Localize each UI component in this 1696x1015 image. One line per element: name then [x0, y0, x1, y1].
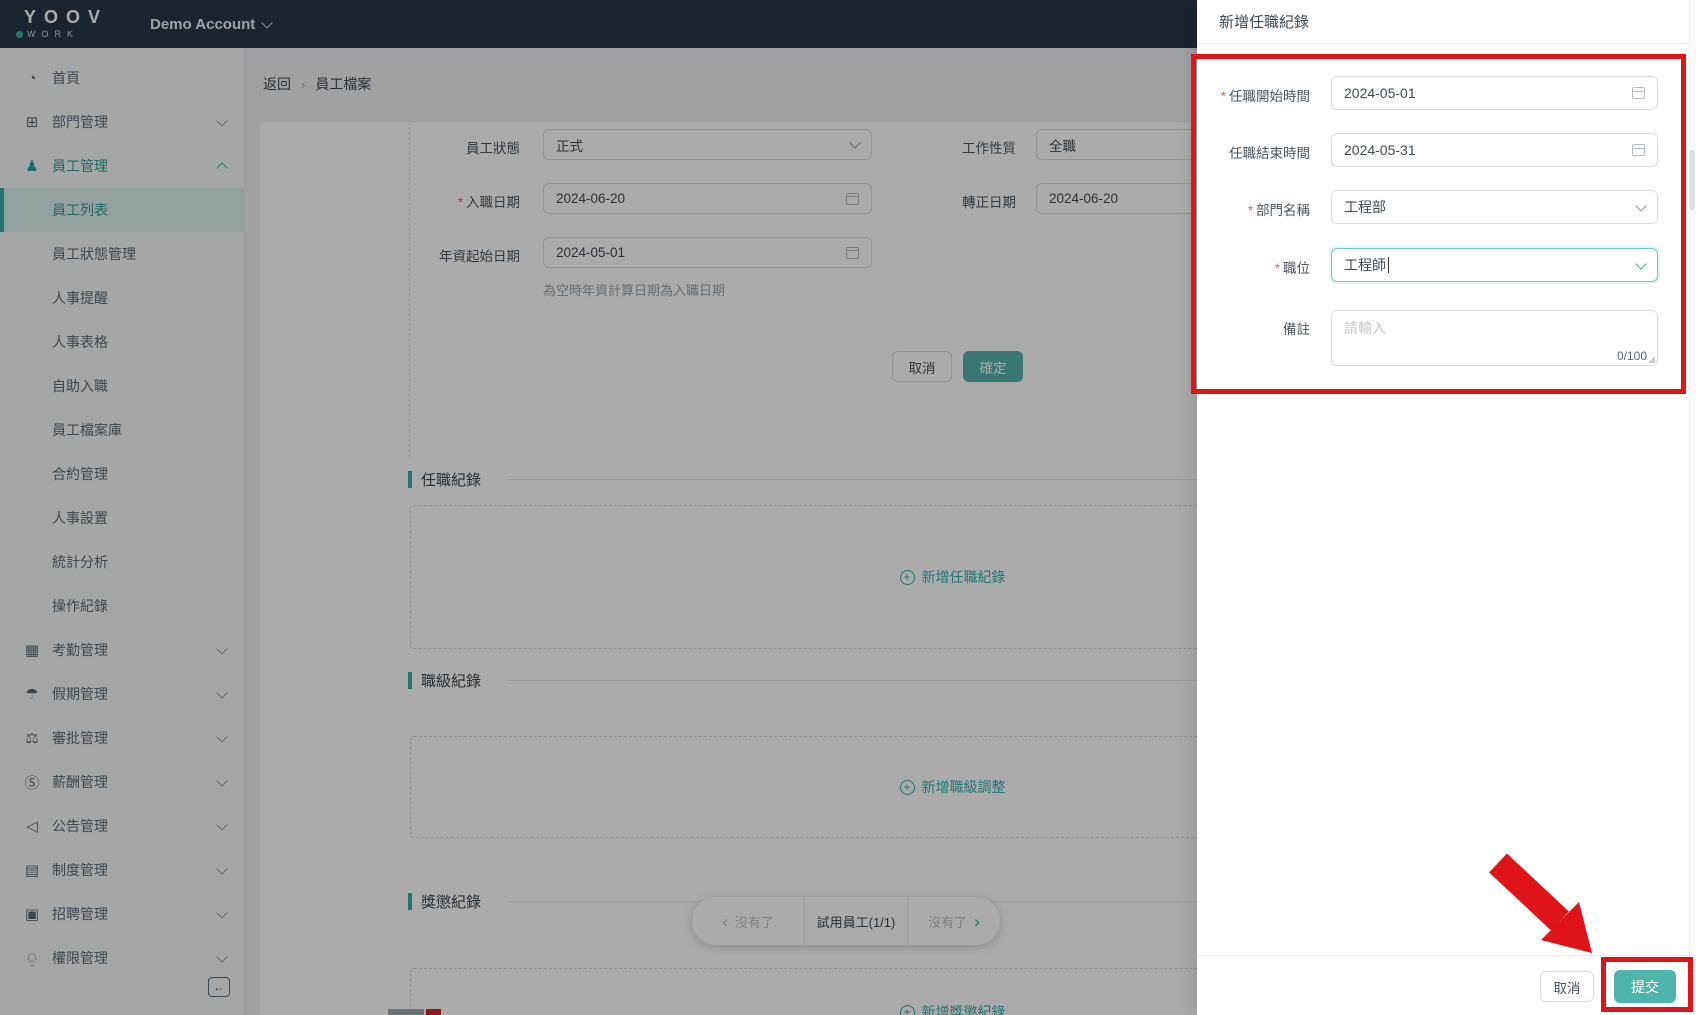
department-label: * 部門名稱 — [1205, 199, 1310, 219]
label-text: 部門名稱 — [1256, 203, 1310, 218]
position-select[interactable]: 工程師 — [1331, 248, 1658, 282]
chevron-down-icon — [1635, 199, 1647, 212]
text-cursor — [1388, 257, 1389, 273]
resize-handle-icon[interactable] — [1648, 356, 1655, 363]
add-employment-record-drawer: 新增任職紀錄 * 任職開始時間 2024-05-01 任職結束時間 2024-05… — [1197, 0, 1696, 1015]
calendar-icon — [1632, 144, 1645, 156]
department-select[interactable]: 工程部 — [1331, 190, 1658, 224]
end-date-value: 2024-05-31 — [1344, 142, 1416, 158]
drawer-cancel-button[interactable]: 取消 — [1540, 971, 1594, 1002]
drawer-submit-button[interactable]: 提交 — [1614, 970, 1676, 1003]
end-date-label: 任職結束時間 — [1229, 146, 1310, 161]
drawer-title: 新增任職紀錄 — [1219, 14, 1310, 31]
char-counter: 0/100 — [1616, 349, 1647, 363]
scrollbar-thumb[interactable] — [1690, 150, 1695, 210]
department-value: 工程部 — [1344, 199, 1386, 215]
start-date-label: * 任職開始時間 — [1205, 85, 1310, 105]
drawer-header-divider — [1197, 43, 1696, 44]
chevron-down-icon — [1635, 257, 1647, 270]
required-mark: * — [1247, 203, 1253, 218]
label-text: 職位 — [1283, 261, 1310, 276]
remark-label: 備註 — [1283, 322, 1310, 337]
position-label: * 職位 — [1205, 257, 1310, 277]
label-text: 任職開始時間 — [1229, 89, 1310, 104]
app-root: YOOV WORK Demo Account ◔ 首頁 ⊞ 部門管理 ♟ 員工管… — [0, 0, 1696, 1015]
drawer-footer-divider — [1197, 955, 1696, 956]
required-mark: * — [1274, 261, 1280, 276]
position-value: 工程師 — [1344, 257, 1386, 273]
remark-textarea[interactable]: 請輸入 0/100 — [1331, 310, 1658, 366]
calendar-icon — [1632, 87, 1645, 99]
start-date-picker[interactable]: 2024-05-01 — [1331, 76, 1658, 110]
required-mark: * — [1220, 89, 1226, 104]
start-date-value: 2024-05-01 — [1344, 85, 1416, 101]
end-date-picker[interactable]: 2024-05-31 — [1331, 133, 1658, 167]
remark-placeholder: 請輸入 — [1344, 320, 1386, 336]
drawer-mask-overlay[interactable] — [0, 0, 1197, 1015]
